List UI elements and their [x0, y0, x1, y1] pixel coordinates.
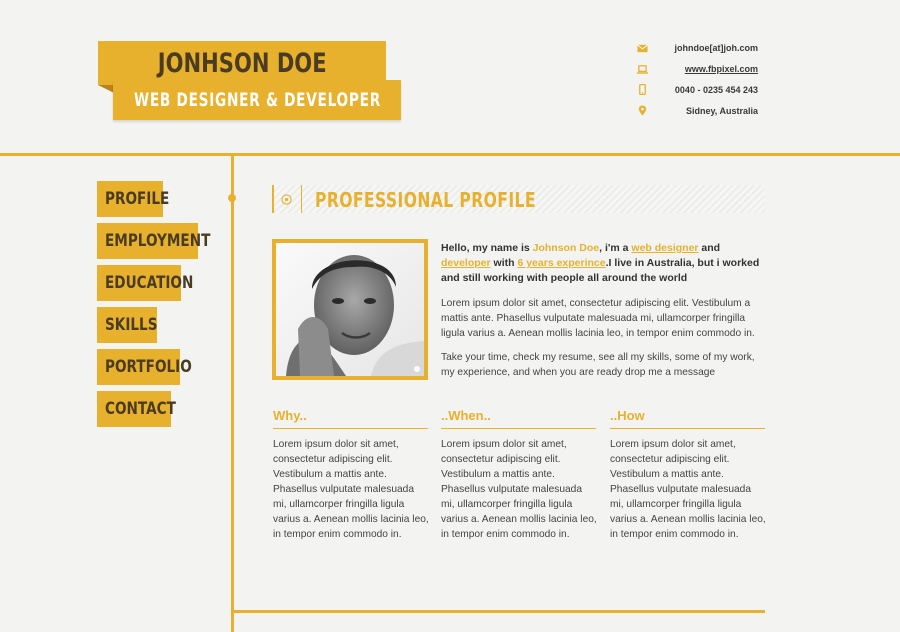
name-banner: JONHSON DOE: [98, 41, 386, 85]
nav-item-employment[interactable]: EMPLOYMENT: [97, 223, 210, 259]
laptop-icon: [637, 65, 648, 74]
portrait-image: [276, 243, 424, 376]
intro-text: Hello, my name is Johnson Doe, i'm a web…: [441, 241, 766, 286]
section-title: PROFESSIONAL PROFILE: [315, 188, 536, 212]
cta-paragraph: Take your time, check my resume, see all…: [441, 352, 755, 378]
intro-part: and: [698, 242, 721, 254]
lorem-paragraph: Lorem ipsum dolor sit amet, consectetur …: [441, 298, 755, 339]
column-title-why: Why..: [273, 408, 307, 423]
experience-link[interactable]: 6 years experince: [517, 257, 605, 269]
nav-label: PORTFOLIO: [105, 357, 192, 377]
column-rule: [610, 428, 765, 429]
column-text-how: Lorem ipsum dolor sit amet, consectetur …: [610, 439, 766, 540]
envelope-icon: [637, 44, 648, 53]
header-divider: [0, 153, 900, 156]
nav-item-skills[interactable]: SKILLS: [97, 307, 158, 343]
nav-item-education[interactable]: EDUCATION: [97, 265, 193, 301]
intro-part: , i'm a: [599, 242, 632, 254]
nav-label: PROFILE: [105, 189, 170, 209]
job-subtitle: WEB DESIGNER & DEVELOPER: [133, 89, 381, 111]
timeline-dot: [228, 194, 236, 202]
contact-email: johndoe[at]joh.com: [674, 43, 759, 53]
nav-label: CONTACT: [105, 399, 176, 419]
name-title: JONHSON DOE: [157, 47, 327, 79]
column-text-when: Lorem ipsum dolor sit amet, consectetur …: [441, 439, 597, 540]
column-rule: [273, 428, 428, 429]
nav-label: EMPLOYMENT: [105, 231, 211, 251]
contact-location: Sidney, Australia: [685, 106, 758, 116]
column-title-when: ..When..: [441, 408, 491, 423]
nav-item-portfolio[interactable]: PORTFOLIO: [97, 349, 192, 385]
column-title-how: ..How: [610, 408, 645, 423]
section-header-accent: [272, 185, 274, 213]
intro-name: Johnson Doe: [532, 242, 600, 254]
web-designer-link[interactable]: web designer: [631, 242, 698, 254]
column-rule: [441, 428, 596, 429]
nav-item-profile[interactable]: PROFILE: [97, 181, 169, 217]
nav-label: EDUCATION: [105, 273, 194, 293]
map-pin-icon: [638, 105, 647, 116]
nav-label: SKILLS: [105, 315, 158, 335]
ribbon-fold: [98, 85, 114, 93]
timeline-line: [231, 156, 234, 632]
intro-part: with: [490, 257, 518, 269]
section-header-divider: [301, 185, 302, 213]
profile-photo: [272, 239, 428, 380]
contact-phone: 0040 - 0235 454 243: [674, 85, 758, 95]
website-link[interactable]: www.fbpixel.com: [685, 64, 758, 74]
developer-link[interactable]: developer: [441, 257, 491, 269]
footer-divider: [234, 610, 765, 613]
target-icon: [281, 194, 292, 205]
subtitle-banner: WEB DESIGNER & DEVELOPER: [113, 80, 401, 120]
column-text-why: Lorem ipsum dolor sit amet, consectetur …: [273, 439, 429, 540]
nav-item-contact[interactable]: CONTACT: [97, 391, 176, 427]
phone-icon: [639, 84, 646, 95]
intro-part: Hello, my name is: [441, 242, 533, 254]
contact-website[interactable]: www.fbpixel.com: [685, 64, 758, 74]
